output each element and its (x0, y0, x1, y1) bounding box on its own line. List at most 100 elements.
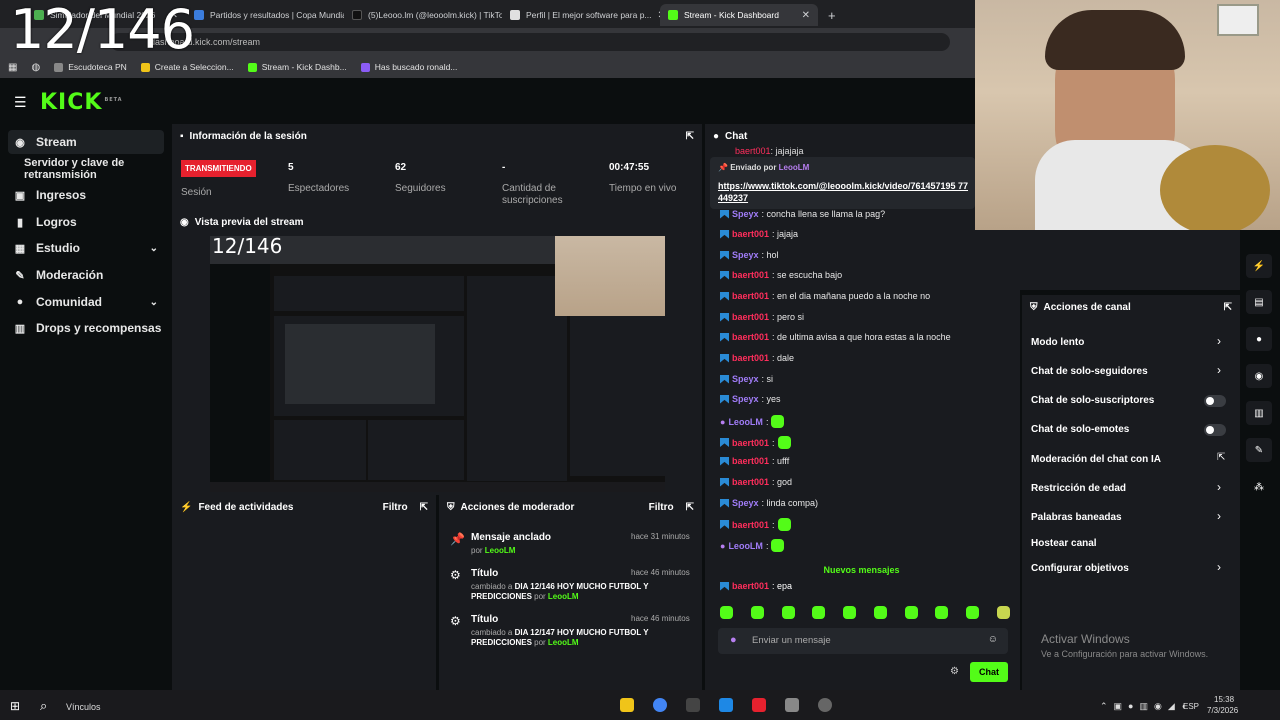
chat-username[interactable]: Speyx (732, 394, 759, 404)
language-indicator[interactable]: ESP (1183, 702, 1199, 711)
channel-action-goals[interactable]: Configurar objetivos (1031, 563, 1129, 574)
emote-icon[interactable] (720, 606, 733, 619)
emote-icon[interactable] (750, 606, 764, 619)
chat-message[interactable]: baert001: se escucha bajo (720, 270, 842, 280)
new-messages-divider[interactable]: Nuevos mensajes (713, 565, 1010, 575)
chat-settings-gear-icon[interactable]: ⚙ (950, 666, 959, 677)
chat-username[interactable]: baert001 (732, 438, 769, 448)
sidebar-item-server-key[interactable]: Servidor y clave de retransmisión (18, 157, 174, 181)
subs-only-toggle[interactable] (1204, 395, 1226, 407)
emote-icon[interactable] (904, 606, 918, 619)
taskbar-date[interactable]: 7/3/2026 (1207, 706, 1238, 715)
sidebar-item-moderacion[interactable]: ✎ Moderación (8, 263, 164, 287)
chat-username[interactable]: Speyx (732, 374, 759, 384)
windows-start-icon[interactable]: ⊞ (10, 699, 20, 713)
channel-action-followers-only[interactable]: Chat de solo-seguidores (1031, 366, 1148, 377)
chat-message[interactable]: Speyx: yes (720, 394, 781, 404)
chat-message[interactable]: Speyx: hol (720, 250, 779, 260)
file-explorer-icon[interactable] (620, 698, 634, 712)
taskbar-time[interactable]: 15:38 (1214, 695, 1234, 704)
filter-button[interactable]: Filtro (383, 502, 408, 513)
emote-icon[interactable] (781, 606, 795, 619)
sidebar-item-comunidad[interactable]: ● Comunidad ⌄ (8, 290, 164, 314)
emotes-only-toggle[interactable] (1204, 424, 1226, 436)
bookmark-item[interactable]: Has buscado ronald... (360, 62, 457, 72)
server-icon[interactable]: ▥ (1246, 401, 1272, 425)
chat-message[interactable]: baert001: god (720, 477, 792, 487)
emote-icon[interactable] (843, 606, 857, 619)
channel-action-banned-words[interactable]: Palabras baneadas (1031, 512, 1122, 523)
bookmark-item[interactable]: Escudoteca PN (54, 62, 127, 72)
sidebar-item-estudio[interactable]: ▦ Estudio ⌄ (8, 236, 164, 260)
chat-message[interactable]: baert001: en el dia mañana puedo a la no… (720, 291, 930, 301)
browser-tab[interactable]: Perfil | El mejor software para p...✕ (502, 4, 660, 26)
popout-icon[interactable]: ⇱ (1224, 302, 1232, 313)
chat-username[interactable]: baert001 (732, 229, 769, 239)
chat-username[interactable]: baert001 (732, 291, 769, 301)
wrench-icon[interactable]: ✎ (1246, 438, 1272, 462)
sidebar-item-drops[interactable]: ▥ Drops y recompensas (8, 316, 164, 340)
emoji-icon[interactable]: ☺ (988, 634, 998, 645)
chat-message[interactable]: baert001: ufff (720, 456, 789, 466)
channel-action-age-restriction[interactable]: Restricción de edad (1031, 483, 1126, 494)
sidebar-item-stream[interactable]: ◉ Stream (8, 130, 164, 154)
apps-icon[interactable]: ▦ (8, 62, 17, 73)
chat-message[interactable]: ● LeooLM: (720, 415, 785, 428)
url-field[interactable]: dashboard.kick.com/stream (110, 33, 950, 51)
chevron-right-icon[interactable]: › (1217, 363, 1221, 377)
chevron-right-icon[interactable]: › (1217, 334, 1221, 348)
app-icon[interactable] (785, 698, 799, 712)
system-tray-icons[interactable]: ⌃▣●▥◉◢◖ (1100, 701, 1192, 712)
chat-username[interactable]: Speyx (732, 498, 759, 508)
popout-icon[interactable]: ⇱ (420, 502, 428, 513)
channel-action-slow-mode[interactable]: Modo lento (1031, 337, 1084, 348)
external-link-icon[interactable]: ⇱ (1217, 452, 1225, 463)
chat-username[interactable]: baert001 (732, 312, 769, 322)
chat-username[interactable]: baert001 (732, 456, 769, 466)
chat-message[interactable]: Speyx: linda compa) (720, 498, 818, 508)
filter-button[interactable]: Filtro (649, 502, 674, 513)
chat-message[interactable]: baert001: epa (720, 581, 792, 591)
chevron-right-icon[interactable]: › (1217, 509, 1221, 523)
chat-message[interactable]: baert001: (720, 518, 791, 531)
popout-icon[interactable]: ⇱ (686, 131, 694, 142)
pinned-link[interactable]: https://www.tiktok.com/@leooolm.kick/vid… (718, 180, 973, 204)
globe-icon[interactable]: ◍ (31, 62, 40, 73)
emote-icon[interactable] (873, 606, 887, 619)
chat-icon[interactable]: ● (1246, 327, 1272, 351)
emote-icon[interactable] (935, 606, 949, 619)
bolt-icon[interactable]: ⚡ (1246, 254, 1272, 278)
sidebar-item-ingresos[interactable]: ▣ Ingresos (8, 183, 164, 207)
popout-icon[interactable]: ⇱ (686, 502, 694, 513)
chrome-icon[interactable] (653, 698, 667, 712)
kick-logo[interactable]: KICK BETA (40, 90, 123, 115)
stream-preview-video[interactable]: 12/146 (210, 236, 665, 492)
obs-icon[interactable] (818, 698, 832, 712)
bookmark-item[interactable]: Stream - Kick Dashb... (247, 62, 347, 72)
clipboard-icon[interactable]: ▤ (1246, 290, 1272, 314)
emote-icon[interactable] (996, 606, 1010, 619)
send-chat-button[interactable]: Chat (970, 662, 1008, 682)
browser-tab-active[interactable]: Stream - Kick Dashboard ✕ (660, 4, 818, 26)
chat-message[interactable]: Speyx: concha llena se llama la pag? (720, 209, 885, 219)
hamburger-menu-icon[interactable]: ☰ (14, 94, 27, 111)
users-icon[interactable]: ⁂ (1246, 475, 1272, 499)
close-tab-icon[interactable]: ✕ (802, 10, 810, 21)
emote-icon[interactable] (812, 606, 826, 619)
channel-action-ai-moderation[interactable]: Moderación del chat con IA (1031, 454, 1161, 465)
chat-username[interactable]: baert001 (732, 477, 769, 487)
search-icon[interactable]: ⌕ (40, 698, 47, 714)
chat-message[interactable]: baert001: dale (720, 353, 794, 363)
app-icon[interactable] (686, 698, 700, 712)
chat-message[interactable]: baert001: jajaja (720, 229, 798, 239)
browser-tab[interactable]: (5)Leooo.lm (@leooolm.kick) | TikTok✕ (344, 4, 502, 26)
chevron-right-icon[interactable]: › (1217, 480, 1221, 494)
chat-username[interactable]: LeooLM (728, 417, 763, 427)
browser-tab[interactable]: Partidos y resultados | Copa Mundial✕ (186, 4, 344, 26)
chat-username[interactable]: baert001 (732, 353, 769, 363)
chat-username[interactable]: baert001 (732, 270, 769, 280)
app-icon[interactable] (719, 698, 733, 712)
chat-message[interactable]: ● LeooLM: (720, 539, 785, 552)
chat-username[interactable]: baert001 (732, 520, 769, 530)
sidebar-item-logros[interactable]: ▮ Logros (8, 210, 164, 234)
